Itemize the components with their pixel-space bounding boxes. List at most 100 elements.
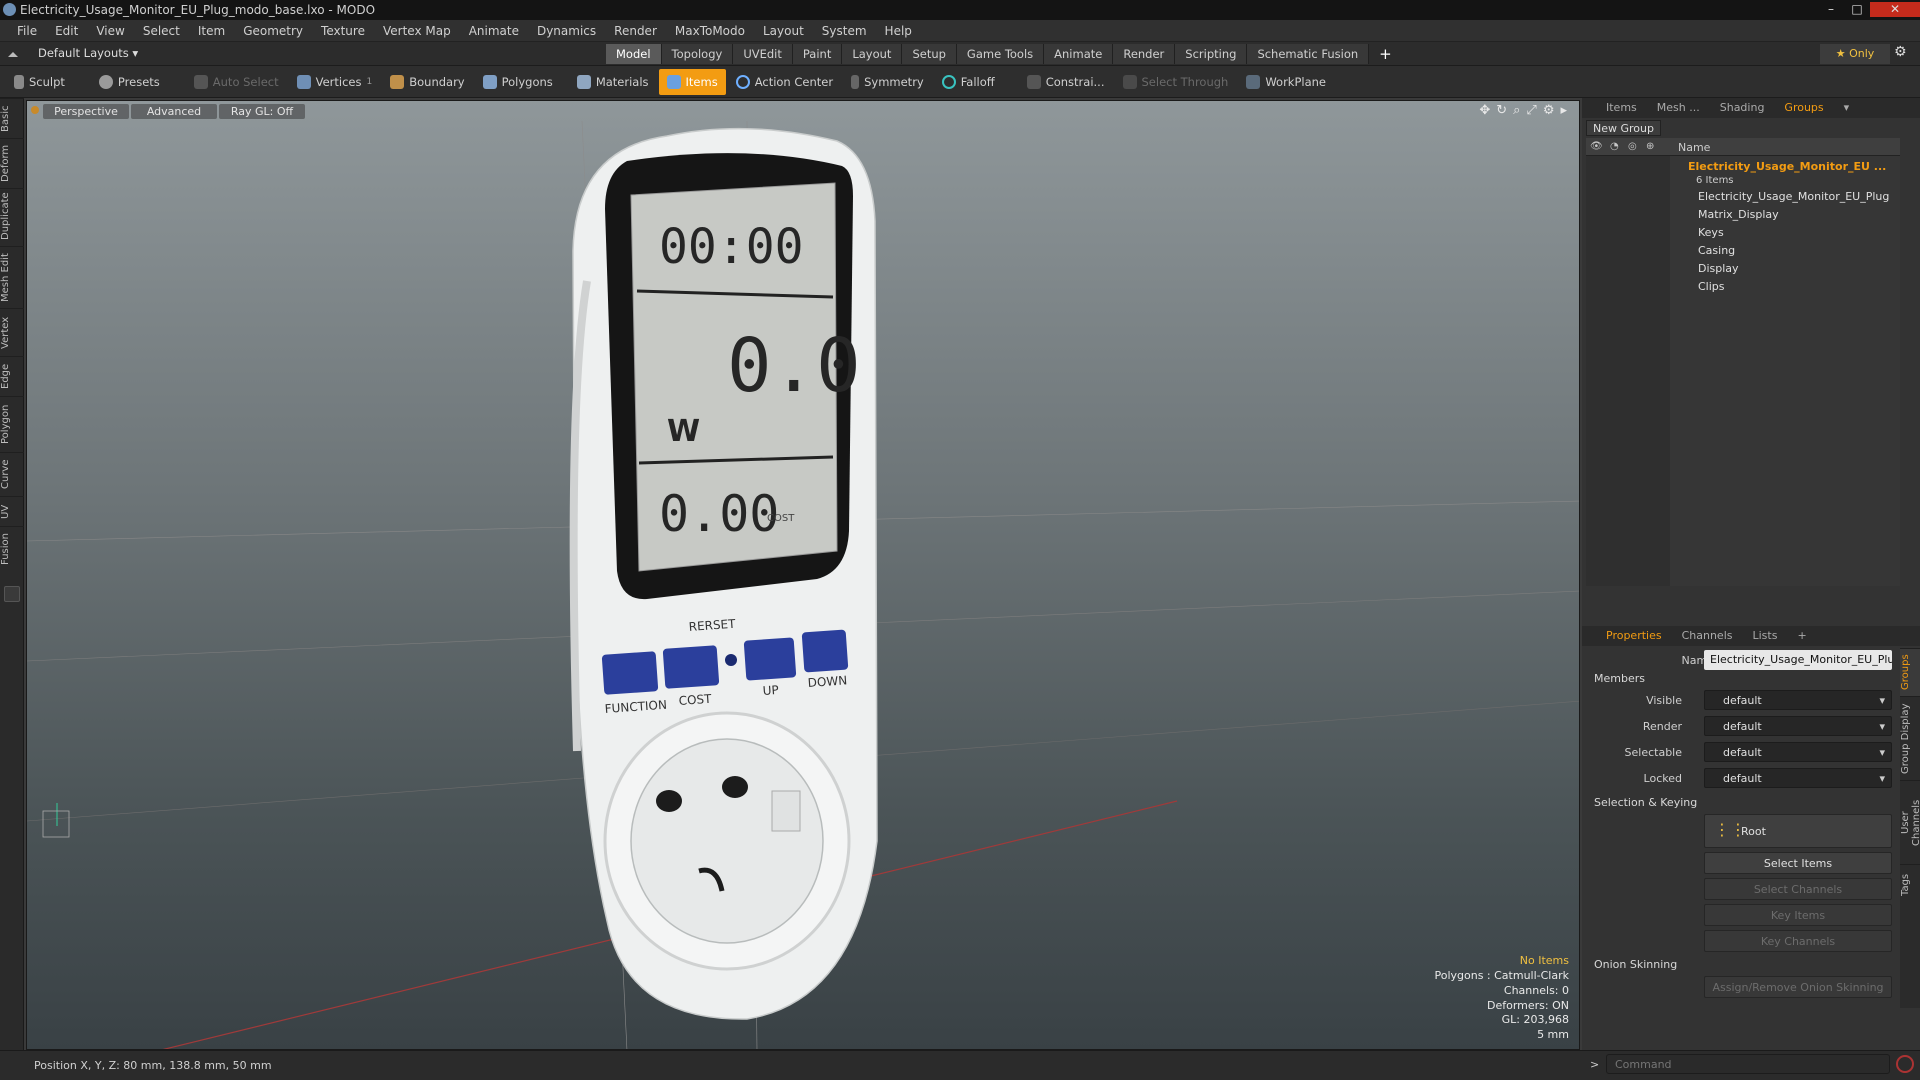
sculpt-button[interactable]: Sculpt xyxy=(6,69,73,95)
tab-paint[interactable]: Paint xyxy=(792,44,843,64)
symmetry-button[interactable]: Symmetry xyxy=(843,69,932,95)
polygons-button[interactable]: Polygons xyxy=(475,69,561,95)
tab-render[interactable]: Render xyxy=(1113,44,1176,64)
menu-render[interactable]: Render xyxy=(605,20,666,42)
falloff-button[interactable]: Falloff xyxy=(934,69,1003,95)
tab-duplicate[interactable]: Duplicate xyxy=(0,188,24,246)
close-button[interactable]: ✕ xyxy=(1870,2,1920,17)
menu-geometry[interactable]: Geometry xyxy=(234,20,312,42)
socket-pin-hole-right xyxy=(722,776,748,798)
lock-column-icon[interactable]: ⊕ xyxy=(1646,141,1654,152)
menu-file[interactable]: File xyxy=(8,20,46,42)
list-item[interactable]: Matrix_Display xyxy=(1698,206,1920,224)
tab-polygon[interactable]: Polygon xyxy=(0,396,24,452)
menu-help[interactable]: Help xyxy=(876,20,921,42)
tab-fusion[interactable]: Fusion xyxy=(0,526,24,572)
select-through-button[interactable]: Select Through xyxy=(1115,69,1237,95)
gear-icon[interactable]: ⚙ xyxy=(1894,44,1907,60)
visibility-column-icon[interactable]: 👁 xyxy=(1590,141,1603,152)
tab-game-tools[interactable]: Game Tools xyxy=(956,44,1045,64)
tab-topology[interactable]: Topology xyxy=(661,44,734,64)
select-channels-button[interactable]: Select Channels xyxy=(1704,878,1892,900)
command-input[interactable] xyxy=(1606,1054,1890,1074)
add-tab-button[interactable]: + xyxy=(1369,44,1402,64)
tab-animate[interactable]: Animate xyxy=(1044,44,1114,64)
tab-mesh[interactable]: Mesh ... xyxy=(1647,98,1710,118)
tab-scripting[interactable]: Scripting xyxy=(1175,44,1248,64)
select-column-icon[interactable]: ◎ xyxy=(1628,141,1637,152)
key-channels-button[interactable]: Key Channels xyxy=(1704,930,1892,952)
side-tab-user-channels[interactable]: User Channels xyxy=(1900,780,1920,864)
tab-setup[interactable]: Setup xyxy=(902,44,957,64)
menu-vertex-map[interactable]: Vertex Map xyxy=(374,20,460,42)
select-items-button[interactable]: Select Items xyxy=(1704,852,1892,874)
menu-texture[interactable]: Texture xyxy=(312,20,374,42)
tabs-dropdown-icon[interactable]: ▾ xyxy=(1834,98,1860,118)
collapse-icon[interactable] xyxy=(8,47,18,57)
boundary-button[interactable]: Boundary xyxy=(382,69,472,95)
tab-deform[interactable]: Deform xyxy=(0,138,24,188)
default-layouts-dropdown[interactable]: Default Layouts ▾ xyxy=(38,46,138,60)
menu-view[interactable]: View xyxy=(87,20,133,42)
menu-dynamics[interactable]: Dynamics xyxy=(528,20,605,42)
items-button[interactable]: Items xyxy=(658,68,726,95)
maximize-button[interactable]: □ xyxy=(1846,2,1868,17)
render-dropdown[interactable]: default xyxy=(1704,716,1892,737)
locked-dropdown[interactable]: default xyxy=(1704,768,1892,789)
constraints-button[interactable]: Constrai... xyxy=(1019,69,1113,95)
record-icon[interactable] xyxy=(1896,1055,1914,1073)
tab-shading[interactable]: Shading xyxy=(1710,98,1775,118)
tab-mesh-edit[interactable]: Mesh Edit xyxy=(0,246,24,308)
tab-items[interactable]: Items xyxy=(1596,98,1647,118)
menu-system[interactable]: System xyxy=(813,20,876,42)
tab-vertex[interactable]: Vertex xyxy=(0,308,24,356)
tab-uv[interactable]: UV xyxy=(0,496,24,526)
onion-skinning-button[interactable]: Assign/Remove Onion Skinning xyxy=(1704,976,1892,998)
only-toggle[interactable]: ★ Only xyxy=(1820,44,1890,64)
list-item[interactable]: Keys xyxy=(1698,224,1920,242)
expand-panel-button[interactable] xyxy=(4,586,20,602)
name-field[interactable]: Electricity_Usage_Monitor_EU_Plug ( xyxy=(1704,650,1892,670)
menu-edit[interactable]: Edit xyxy=(46,20,87,42)
menu-item[interactable]: Item xyxy=(189,20,234,42)
workplane-button[interactable]: WorkPlane xyxy=(1238,69,1334,95)
auto-select-button[interactable]: Auto Select xyxy=(186,69,287,95)
render-column-icon[interactable]: ◔ xyxy=(1610,141,1619,152)
selectable-dropdown[interactable]: default xyxy=(1704,742,1892,763)
3d-viewport[interactable]: Perspective Advanced Ray GL: Off ✥ ↻ ⌕ ⤢… xyxy=(26,100,1580,1050)
list-item[interactable]: Clips xyxy=(1698,278,1920,296)
menu-maxtomodo[interactable]: MaxToModo xyxy=(666,20,754,42)
tab-curve[interactable]: Curve xyxy=(0,452,24,496)
visible-dropdown[interactable]: default xyxy=(1704,690,1892,711)
menu-animate[interactable]: Animate xyxy=(460,20,528,42)
tab-lists[interactable]: Lists xyxy=(1743,626,1788,646)
tab-groups[interactable]: Groups xyxy=(1774,98,1833,118)
tab-basic[interactable]: Basic xyxy=(0,98,24,138)
materials-button[interactable]: Materials xyxy=(569,69,657,95)
list-item[interactable]: Casing xyxy=(1698,242,1920,260)
add-tab-button[interactable]: + xyxy=(1787,626,1816,646)
tab-properties[interactable]: Properties xyxy=(1596,626,1672,646)
selection-keying-section[interactable]: Selection & Keying xyxy=(1594,796,1697,809)
menu-layout[interactable]: Layout xyxy=(754,20,813,42)
new-group-button[interactable]: New Group xyxy=(1586,120,1661,136)
vertices-button[interactable]: Vertices 1 xyxy=(289,69,381,95)
tab-model[interactable]: Model xyxy=(606,44,662,64)
tab-layout[interactable]: Layout xyxy=(842,44,903,64)
menu-select[interactable]: Select xyxy=(134,20,189,42)
key-items-button[interactable]: Key Items xyxy=(1704,904,1892,926)
action-center-button[interactable]: Action Center xyxy=(728,69,841,95)
side-tab-tags[interactable]: Tags xyxy=(1900,864,1920,904)
list-item[interactable]: Display xyxy=(1698,260,1920,278)
tab-channels[interactable]: Channels xyxy=(1672,626,1743,646)
tab-uvedit[interactable]: UVEdit xyxy=(733,44,793,64)
side-tab-group-display[interactable]: Group Display xyxy=(1900,696,1920,780)
presets-button[interactable]: Presets xyxy=(91,69,168,95)
members-section[interactable]: Members xyxy=(1594,672,1645,685)
list-item[interactable]: Electricity_Usage_Monitor_EU_Plug xyxy=(1698,188,1920,206)
tab-schematic-fusion[interactable]: Schematic Fusion xyxy=(1247,44,1370,64)
minimize-button[interactable]: – xyxy=(1820,2,1842,17)
tab-edge[interactable]: Edge xyxy=(0,356,24,396)
side-tab-groups[interactable]: Groups xyxy=(1900,648,1920,696)
onion-skinning-section[interactable]: Onion Skinning xyxy=(1594,958,1677,971)
